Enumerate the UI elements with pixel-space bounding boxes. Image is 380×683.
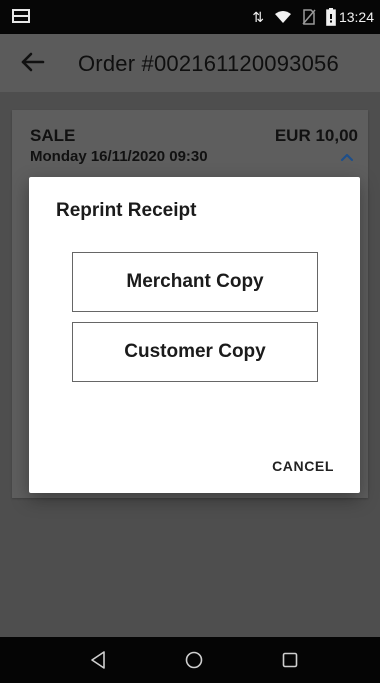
- arrow-left-icon[interactable]: [20, 49, 46, 75]
- transaction-type: SALE: [30, 126, 76, 145]
- reprint-receipt-dialog: Reprint Receipt Merchant Copy Customer C…: [29, 177, 360, 493]
- battery-icon: [326, 8, 336, 26]
- chevron-up-icon[interactable]: [340, 152, 354, 162]
- nav-recent-apps-icon[interactable]: [277, 647, 303, 673]
- nav-back-icon[interactable]: [86, 647, 112, 673]
- navigation-bar: [0, 637, 380, 683]
- transaction-amount: EUR 10,00: [274, 126, 358, 145]
- status-icons: ⇅: [252, 8, 336, 26]
- merchant-copy-button[interactable]: Merchant Copy: [72, 252, 318, 312]
- status-time: 13:24: [338, 9, 374, 25]
- dialog-title: Reprint Receipt: [56, 200, 197, 221]
- cancel-button[interactable]: CANCEL: [272, 458, 334, 474]
- transaction-date: Monday 16/11/2020 09:30: [30, 148, 208, 165]
- customer-copy-button[interactable]: Customer Copy: [72, 322, 318, 382]
- nav-home-icon[interactable]: [181, 647, 207, 673]
- page-title: Order #002161120093056: [78, 51, 339, 76]
- app-bar: Order #002161120093056: [0, 34, 380, 92]
- status-bar: ⇅ 13:24: [0, 0, 380, 34]
- wifi-icon: [275, 11, 291, 23]
- data-arrows-icon: ⇅: [252, 9, 264, 25]
- notification-icon: [12, 9, 30, 23]
- no-sim-icon: [302, 9, 316, 25]
